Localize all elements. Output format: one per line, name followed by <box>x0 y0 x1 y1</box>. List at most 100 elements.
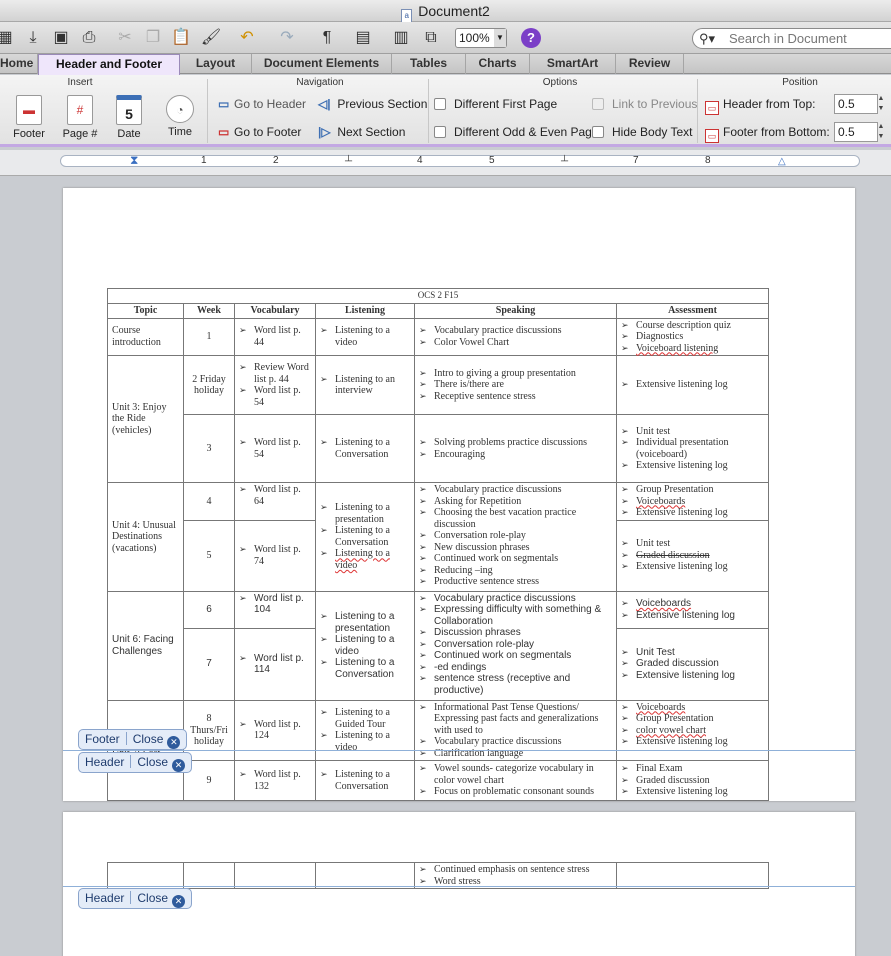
header-from-top-stepper[interactable]: ▲ ▼ <box>875 94 887 114</box>
list-item: Graded discussion <box>621 550 764 562</box>
tab-review[interactable]: Review <box>616 54 684 74</box>
view-icon[interactable]: ▤ <box>352 27 374 49</box>
sidebar-icon[interactable]: ▥ <box>390 27 412 49</box>
header-close-button[interactable]: Close ✕ <box>137 755 186 772</box>
list-item: -ed endings <box>419 662 612 674</box>
column-header: Week <box>183 302 235 319</box>
format-painter-icon[interactable]: 🖌 <box>200 27 222 49</box>
standard-toolbar: ▦ ⤓ ▣ ⎙ ✂ ❐ 📋 🖌 ↶ ↷ ¶ ▤ ▥ ⧉ 100% ▼ ? ⚲▾ Se… <box>0 22 891 54</box>
list-item: Continued work on segmentals <box>419 553 612 565</box>
list-item: Word list p. 64 <box>239 484 311 507</box>
tab-layout[interactable]: Layout <box>180 54 252 74</box>
list-item: Extensive listening log <box>621 507 764 519</box>
different-odd-even-checkbox[interactable]: Different Odd & Even Pages <box>434 123 605 141</box>
previous-section-button[interactable]: ◁| Previous Section <box>318 95 427 113</box>
list-item: Intro to giving a group presentation <box>419 368 612 380</box>
assessment-cell: VoiceboardsGroup Presentationcolor vowel… <box>615 699 770 761</box>
indent-marker-icon[interactable]: ⧗ <box>130 153 138 168</box>
group-title-options: Options <box>542 77 578 88</box>
speaking-cell: Vocabulary practice discussionsExpressin… <box>414 590 617 701</box>
go-to-header-label: Go to Header <box>234 97 307 111</box>
list-item: Voiceboards <box>621 496 764 508</box>
list-item: Review Word list p. 44 <box>239 362 311 385</box>
tab-stop-icon[interactable]: ┴ <box>345 156 352 167</box>
go-to-header-icon: ▭ <box>218 97 230 111</box>
gallery-icon[interactable]: ▦ <box>0 27 16 49</box>
link-to-previous-label: Link to Previous <box>612 97 698 111</box>
header-boundary-line <box>63 886 855 887</box>
table-caption: OCS 2 F15 <box>106 288 770 304</box>
footer-button[interactable]: ▬ Footer <box>6 95 52 140</box>
tab-document-elements[interactable]: Document Elements <box>252 54 392 74</box>
list-item: Choosing the best vacation practice disc… <box>419 507 612 530</box>
footer-close-button[interactable]: Close ✕ <box>133 732 181 749</box>
right-indent-marker-icon[interactable]: △ <box>778 156 786 167</box>
header-from-top-input[interactable]: 0.5 <box>834 94 878 114</box>
previous-section-icon: ◁| <box>318 97 331 111</box>
window-title: Document2 <box>418 3 490 19</box>
list-item: Listening to a Guided Tour <box>320 707 410 730</box>
list-item: Word list p. 124 <box>239 719 311 742</box>
list-item: Listening to a Conversation <box>320 769 410 792</box>
tab-smartart[interactable]: SmartArt <box>530 54 616 74</box>
checkbox-box <box>592 98 604 110</box>
schedule-table[interactable]: OCS 2 F15 Topic Week Vocabulary Listenin… <box>106 288 770 801</box>
column-header: Vocabulary <box>234 302 316 319</box>
different-first-page-checkbox[interactable]: Different First Page <box>434 95 557 113</box>
search-input[interactable]: ⚲▾ Search in Document <box>692 28 891 49</box>
tab-stop-icon[interactable]: ┴ <box>561 156 568 167</box>
save-icon[interactable]: ▣ <box>50 27 72 49</box>
assessment-cell: Course description quizDiagnosticsVoiceb… <box>615 317 770 356</box>
calendar-icon: 5 <box>116 95 142 125</box>
list-item: Focus on problematic consonant sounds <box>419 786 612 798</box>
footer-from-bottom-input[interactable]: 0.5 <box>834 122 878 142</box>
zoom-select[interactable]: 100% ▼ <box>455 28 507 48</box>
undo-icon[interactable]: ↶ <box>236 27 258 49</box>
print-icon[interactable]: ⎙ <box>78 27 100 49</box>
footer-from-bottom-stepper[interactable]: ▲ ▼ <box>875 122 887 142</box>
help-icon[interactable]: ? <box>521 28 541 48</box>
list-item: Listening to a presentation <box>320 611 410 634</box>
open-icon[interactable]: ⤓ <box>22 27 44 49</box>
list-item: Unit test <box>621 426 764 438</box>
footer-tag-label: Footer <box>85 732 120 746</box>
time-button[interactable]: ◔ Time <box>157 95 203 138</box>
list-item: Word list p. 54 <box>239 385 311 408</box>
table-row: Continued emphasis on sentence stressWor… <box>107 862 769 889</box>
tab-home[interactable]: Home <box>0 54 38 74</box>
list-item: Final Exam <box>621 763 764 775</box>
cut-icon[interactable]: ✂ <box>114 27 136 49</box>
list-item: Individual presentation (voiceboard) <box>621 437 764 460</box>
go-to-header-button[interactable]: ▭ Go to Header <box>218 95 306 113</box>
paragraph-marks-icon[interactable]: ¶ <box>316 27 338 49</box>
list-item: Extensive listening log <box>621 786 764 798</box>
tag-divider <box>130 755 132 768</box>
paste-icon[interactable]: 📋 <box>170 27 192 49</box>
schedule-table-continued[interactable]: Continued emphasis on sentence stressWor… <box>107 862 769 889</box>
table-row: Unit 6: Facing Challenges 6 Word list p.… <box>107 590 770 701</box>
ruler-bar[interactable] <box>60 155 860 167</box>
link-to-previous-checkbox[interactable]: Link to Previous <box>592 95 697 113</box>
list-item: New discussion phrases <box>419 542 612 554</box>
previous-section-label: Previous Section <box>337 97 428 111</box>
redo-icon[interactable]: ↷ <box>276 27 298 49</box>
page-number-icon: # <box>67 95 93 125</box>
tab-charts[interactable]: Charts <box>466 54 530 74</box>
week-cell: 8 Thurs/Fri holiday <box>183 699 235 761</box>
date-button[interactable]: 5 Date <box>106 95 152 140</box>
list-item: Listening to an interview <box>320 374 410 397</box>
header-close-button[interactable]: Close ✕ <box>137 891 186 908</box>
media-browser-icon[interactable]: ⧉ <box>420 27 442 49</box>
list-item: Listening to a video <box>320 548 410 571</box>
hide-body-text-checkbox[interactable]: Hide Body Text <box>592 123 693 141</box>
close-label: Close <box>137 755 169 769</box>
tab-tables[interactable]: Tables <box>392 54 466 74</box>
page-number-button[interactable]: # Page # <box>57 95 103 140</box>
copy-icon[interactable]: ❐ <box>142 27 164 49</box>
footer-label: Footer <box>13 128 45 140</box>
header-from-top-label: Header from Top: <box>723 97 816 111</box>
tab-header-and-footer[interactable]: Header and Footer <box>38 54 180 75</box>
search-icon: ⚲▾ <box>699 31 716 46</box>
go-to-footer-button[interactable]: ▭ Go to Footer <box>218 123 301 141</box>
next-section-button[interactable]: |▷ Next Section <box>318 123 405 141</box>
